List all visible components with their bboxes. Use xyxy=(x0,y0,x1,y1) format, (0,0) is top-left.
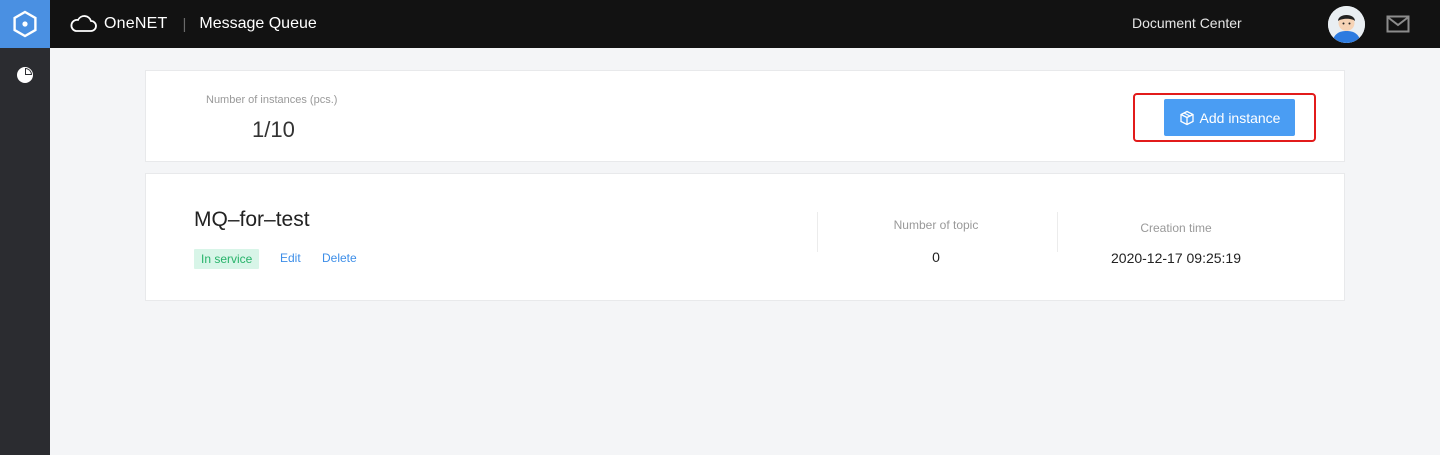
mail-icon[interactable] xyxy=(1386,14,1410,34)
hexagon-logo-icon xyxy=(13,10,37,38)
pie-chart-icon[interactable] xyxy=(15,65,35,85)
instance-count-value: 1/10 xyxy=(252,117,295,142)
avatar[interactable] xyxy=(1328,6,1365,43)
delete-link[interactable]: Delete xyxy=(322,251,357,265)
stat-divider xyxy=(1057,212,1058,252)
sidebar xyxy=(0,48,50,455)
document-center-link[interactable]: Document Center xyxy=(1132,15,1242,31)
add-instance-label: Add instance xyxy=(1199,109,1281,126)
instance-name: MQ–for–test xyxy=(194,208,310,231)
brand-name: OneNET xyxy=(104,15,168,32)
instance-card: MQ–for–test In service Edit Delete Numbe… xyxy=(145,173,1345,301)
topic-count-value: 0 xyxy=(932,249,940,265)
package-icon xyxy=(1179,110,1194,125)
cloud-logo-icon xyxy=(70,15,97,32)
status-badge: In service xyxy=(194,249,260,269)
add-instance-highlight: Add instance xyxy=(1133,93,1316,142)
brand: OneNET | Message Queue xyxy=(68,12,317,36)
brand-separator: | xyxy=(182,15,187,33)
creation-time-value: 2020-12-17 09:25:19 xyxy=(1111,250,1241,266)
topic-count-label: Number of topic xyxy=(893,218,979,232)
instance-count-label: Number of instances (pcs.) xyxy=(206,94,338,106)
top-header: OneNET | Message Queue Document Center xyxy=(0,0,1440,48)
stat-divider xyxy=(817,212,818,252)
app-logo-tile[interactable] xyxy=(0,0,50,48)
instance-summary-card: Number of instances (pcs.) 1/10 Add inst… xyxy=(145,70,1345,162)
add-instance-button[interactable]: Add instance xyxy=(1164,99,1295,136)
creation-time-label: Creation time xyxy=(1140,221,1212,235)
edit-link[interactable]: Edit xyxy=(280,251,301,265)
page-title: Message Queue xyxy=(199,15,317,32)
